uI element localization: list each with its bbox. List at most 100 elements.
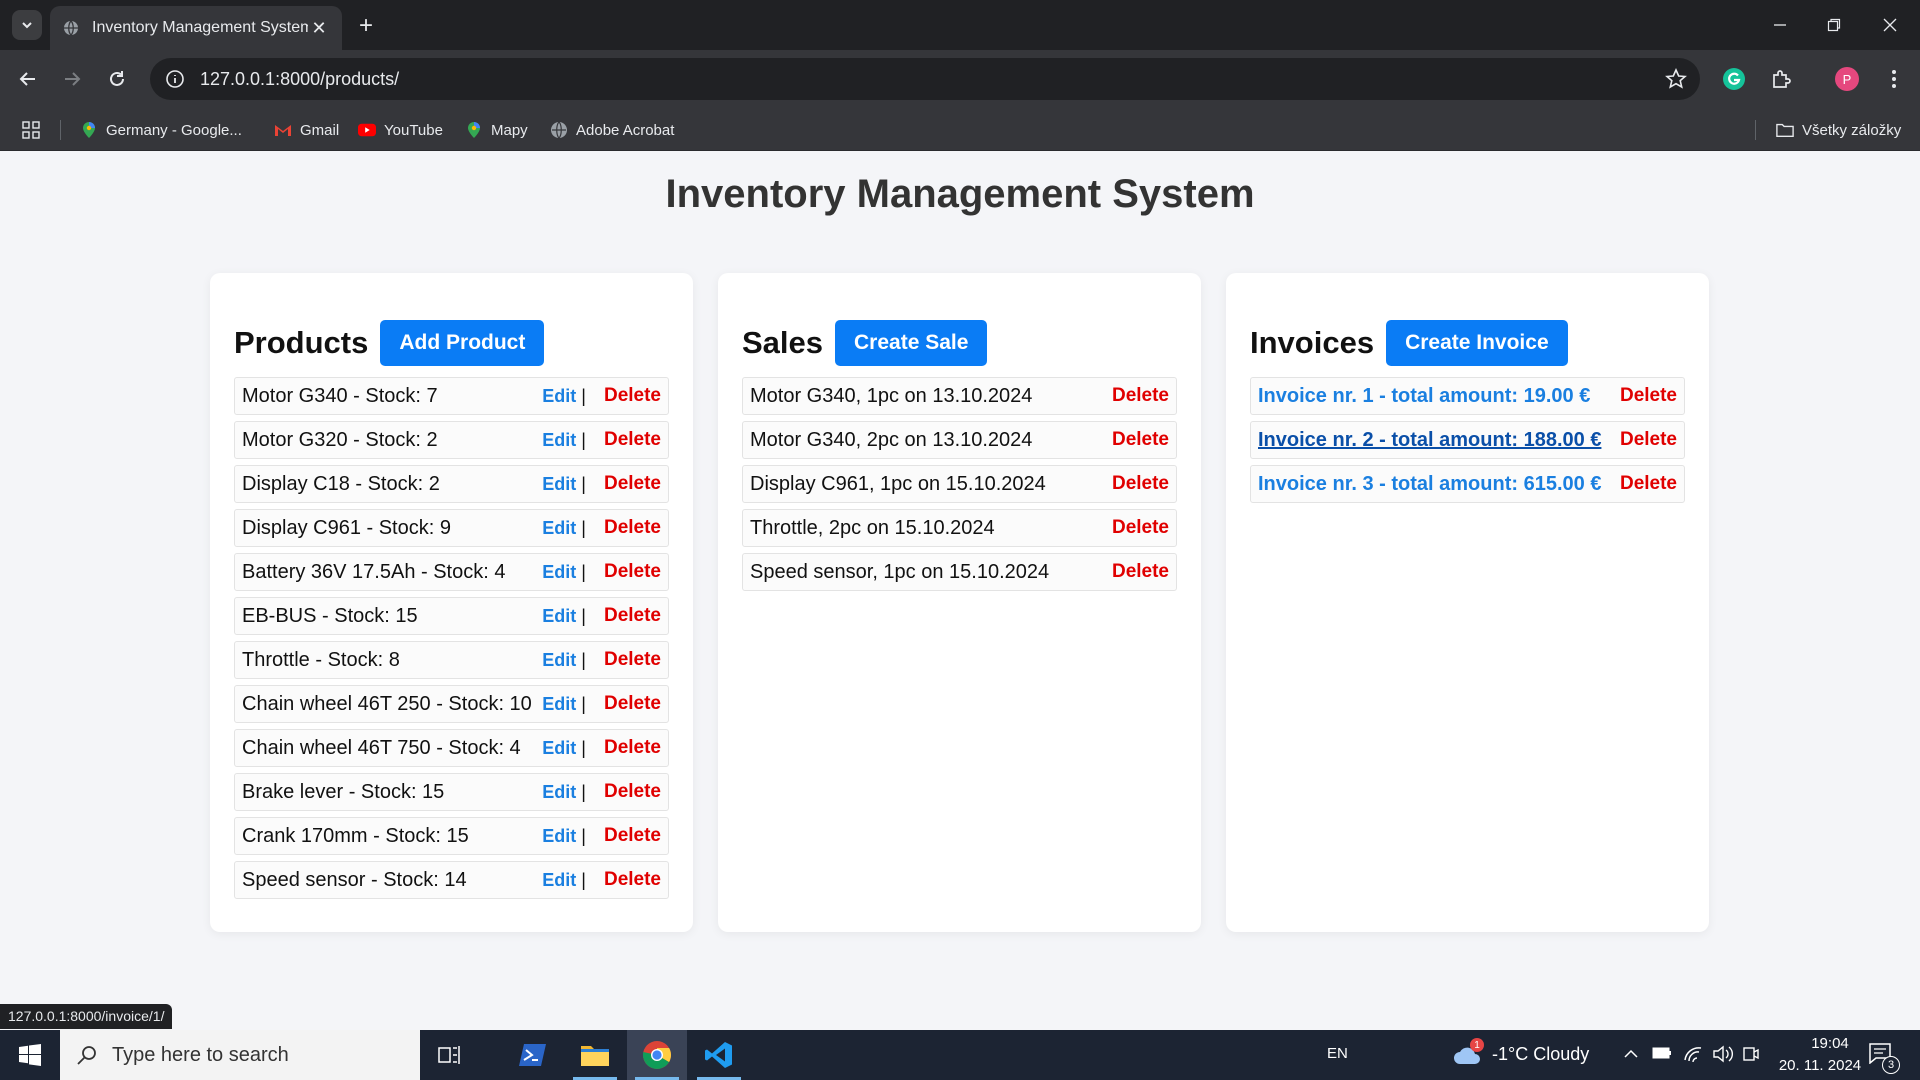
minimize-icon [1774, 24, 1786, 26]
delete-product-link[interactable]: Delete [604, 649, 661, 671]
edit-product-link[interactable]: Edit [542, 430, 576, 451]
bookmark-mapy[interactable]: Mapy [465, 118, 528, 142]
search-placeholder: Type here to search [112, 1043, 289, 1066]
clock-date[interactable]: 20. 11. 2024 [1772, 1057, 1868, 1074]
product-row: Display C961 - Stock: 9 Edit | Delete [234, 509, 669, 547]
input-language[interactable]: EN [1327, 1045, 1348, 1062]
invoice-list: Invoice nr. 1 - total amount: 19.00 € Del… [1250, 377, 1685, 503]
edit-product-link[interactable]: Edit [542, 386, 576, 407]
bookmark-youtube[interactable]: YouTube [358, 118, 443, 142]
minimize-button[interactable] [1752, 0, 1808, 50]
invoice-link[interactable]: Invoice nr. 3 - total amount: 615.00 € [1258, 473, 1620, 496]
link-status-bubble: 127.0.0.1:8000/invoice/1/ [0, 1004, 173, 1029]
start-button[interactable] [0, 1030, 60, 1080]
delete-product-link[interactable]: Delete [604, 825, 661, 847]
product-row: Speed sensor - Stock: 14 Edit | Delete [234, 861, 669, 899]
delete-sale-link[interactable]: Delete [1112, 473, 1169, 495]
reload-button[interactable] [102, 64, 132, 94]
delete-sale-link[interactable]: Delete [1112, 561, 1169, 583]
delete-product-link[interactable]: Delete [604, 781, 661, 803]
weather-widget-icon[interactable]: 1 [1452, 1038, 1484, 1068]
browser-tab-strip: Inventory Management System ✕ + [0, 0, 1920, 50]
delete-product-link[interactable]: Delete [604, 693, 661, 715]
gmail-icon [274, 121, 292, 139]
vscode-icon [705, 1042, 732, 1068]
site-info-icon[interactable] [164, 68, 186, 90]
task-view-button[interactable] [420, 1030, 480, 1080]
delete-product-link[interactable]: Delete [604, 517, 661, 539]
clock-time[interactable]: 19:04 [1792, 1035, 1868, 1052]
forward-button[interactable] [57, 64, 87, 94]
edit-product-link[interactable]: Edit [542, 562, 576, 583]
edit-product-link[interactable]: Edit [542, 826, 576, 847]
delete-invoice-link[interactable]: Delete [1620, 473, 1677, 495]
tab-search-button[interactable] [12, 10, 42, 40]
delete-invoice-link[interactable]: Delete [1620, 385, 1677, 407]
restore-button[interactable] [1806, 0, 1862, 50]
delete-invoice-link[interactable]: Delete [1620, 429, 1677, 451]
delete-product-link[interactable]: Delete [604, 561, 661, 583]
bookmark-germany[interactable]: Germany - Google... [80, 118, 242, 142]
invoice-link[interactable]: Invoice nr. 2 - total amount: 188.00 € [1258, 429, 1620, 452]
meet-now-icon[interactable] [1742, 1045, 1760, 1068]
sale-row: Speed sensor, 1pc on 15.10.2024 Delete [742, 553, 1177, 591]
grammarly-extension-icon[interactable] [1718, 63, 1750, 95]
address-bar[interactable]: 127.0.0.1:8000/products/ [150, 58, 1700, 100]
edit-product-link[interactable]: Edit [542, 606, 576, 627]
all-bookmarks-button[interactable]: Všetky záložky [1776, 118, 1901, 142]
delete-sale-link[interactable]: Delete [1112, 429, 1169, 451]
notification-center-button[interactable]: 3 [1868, 1042, 1900, 1074]
edit-product-link[interactable]: Edit [542, 474, 576, 495]
weather-text[interactable]: -1°C Cloudy [1492, 1044, 1589, 1065]
close-window-button[interactable] [1862, 0, 1918, 50]
taskbar-chrome[interactable] [627, 1030, 687, 1080]
invoices-heading: Invoices [1250, 325, 1375, 360]
edit-product-link[interactable]: Edit [542, 738, 576, 759]
delete-product-link[interactable]: Delete [604, 429, 661, 451]
add-product-button[interactable]: Add Product [380, 320, 545, 366]
delete-product-link[interactable]: Delete [604, 869, 661, 891]
wifi-icon[interactable] [1683, 1045, 1703, 1068]
bookmark-adobe-acrobat[interactable]: Adobe Acrobat [550, 118, 674, 142]
bookmark-star-icon[interactable] [1664, 67, 1688, 91]
apps-grid-button[interactable] [22, 118, 40, 142]
back-button[interactable] [13, 64, 43, 94]
taskbar-vscode[interactable] [689, 1030, 749, 1080]
volume-icon[interactable] [1712, 1045, 1734, 1068]
taskbar-file-explorer[interactable] [565, 1030, 625, 1080]
profile-initial: P [1835, 67, 1859, 91]
product-label: Crank 170mm - Stock: 15 [242, 824, 469, 847]
chrome-icon [642, 1041, 671, 1069]
url-text[interactable]: 127.0.0.1:8000/products/ [200, 69, 399, 90]
edit-product-link[interactable]: Edit [542, 650, 576, 671]
browser-menu-button[interactable] [1878, 63, 1910, 95]
invoice-row: Invoice nr. 3 - total amount: 615.00 € De… [1250, 465, 1685, 503]
create-invoice-button[interactable]: Create Invoice [1386, 320, 1568, 366]
taskbar-powershell[interactable] [503, 1030, 563, 1080]
edit-product-link[interactable]: Edit [542, 694, 576, 715]
edit-product-link[interactable]: Edit [542, 870, 576, 891]
profile-avatar[interactable]: P [1831, 63, 1863, 95]
create-sale-button[interactable]: Create Sale [835, 320, 988, 366]
extensions-puzzle-icon[interactable] [1765, 63, 1797, 95]
delete-product-link[interactable]: Delete [604, 737, 661, 759]
invoice-link[interactable]: Invoice nr. 1 - total amount: 19.00 € [1258, 385, 1620, 408]
edit-product-link[interactable]: Edit [542, 782, 576, 803]
taskbar-search-box[interactable]: Type here to search [60, 1030, 420, 1080]
product-label: Display C961 - Stock: 9 [242, 516, 451, 539]
delete-product-link[interactable]: Delete [604, 385, 661, 407]
chevron-up-icon[interactable] [1623, 1046, 1639, 1067]
close-tab-icon[interactable]: ✕ [308, 17, 330, 39]
browser-tab-active[interactable]: Inventory Management System ✕ [50, 6, 342, 50]
delete-product-link[interactable]: Delete [604, 605, 661, 627]
delete-sale-link[interactable]: Delete [1112, 517, 1169, 539]
delete-product-link[interactable]: Delete [604, 473, 661, 495]
battery-icon[interactable] [1652, 1046, 1672, 1065]
link-separator: | [581, 429, 586, 450]
edit-product-link[interactable]: Edit [542, 518, 576, 539]
delete-sale-link[interactable]: Delete [1112, 385, 1169, 407]
acrobat-icon [550, 121, 568, 139]
link-separator: | [581, 385, 586, 406]
new-tab-button[interactable]: + [352, 12, 380, 40]
bookmark-gmail[interactable]: Gmail [274, 118, 339, 142]
